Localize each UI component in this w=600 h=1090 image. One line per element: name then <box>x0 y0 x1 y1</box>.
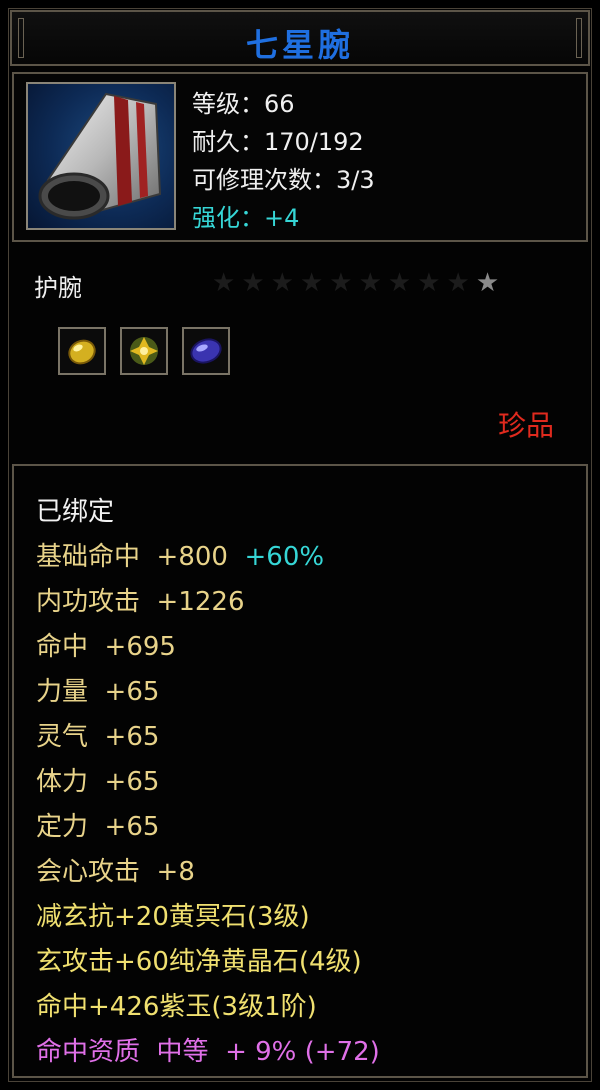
item-durability: 耐久：170/192 <box>192 128 364 156</box>
purple-jade-gem-icon[interactable] <box>182 327 230 375</box>
attr-crit: 会心攻击 +8 <box>36 850 380 895</box>
title-bar: 七星腕 <box>10 10 590 66</box>
gem-attr-line-2: 玄攻击+60纯净黄晶石(4级) <box>36 947 362 977</box>
attr-label: 体力 <box>36 767 89 797</box>
star-icon: ★ <box>475 268 500 298</box>
attr-bonus: +60% <box>244 542 325 572</box>
attr-value: +800 <box>156 542 228 572</box>
star-icon: ★ <box>299 268 324 298</box>
quality-grade: 中等 <box>156 1037 209 1067</box>
attr-value: +8 <box>156 857 195 887</box>
star-icon: ★ <box>212 268 236 298</box>
star-icon: ★ <box>387 268 412 298</box>
attr-value: +65 <box>104 677 160 707</box>
star-icon: ★ <box>241 268 265 298</box>
star-icon: ★ <box>417 268 441 298</box>
attr-value: +695 <box>104 632 176 662</box>
item-enhance: 强化：+4 <box>192 204 300 232</box>
attr-strength: 力量 +65 <box>36 670 380 715</box>
gold-gem-icon[interactable] <box>58 327 106 375</box>
attr-inner-attack: 内功攻击 +1226 <box>36 580 380 625</box>
gem-attr-line-1: 减玄抗+20黄冥石(3级) <box>36 902 310 932</box>
star-icon: ★ <box>358 268 382 298</box>
attr-label: 基础命中 <box>36 542 141 572</box>
star-rating: ★ ★ ★ ★ ★ ★ ★ ★ ★ ★ <box>212 268 499 298</box>
attr-spirit: 灵气 +65 <box>36 715 380 760</box>
gem-attr-line-3: 命中+426紫玉(3级1阶) <box>36 992 317 1022</box>
yellow-crystal-gem-icon[interactable] <box>120 327 168 375</box>
attr-stamina: 体力 +65 <box>36 760 380 805</box>
item-info-panel: 等级：66 耐久：170/192 可修理次数：3/3 强化：+4 <box>12 72 588 242</box>
attr-label: 内功攻击 <box>36 587 141 617</box>
attr-value: +1226 <box>156 587 245 617</box>
item-repair-count: 可修理次数：3/3 <box>192 166 375 194</box>
attr-value: +65 <box>104 767 160 797</box>
bracer-icon <box>26 82 176 230</box>
rarity-label: 珍品 <box>497 409 554 442</box>
attribute-panel: 已绑定 基础命中 +800 +60% 内功攻击 +1226 命中 +695 力量… <box>12 464 588 1078</box>
attr-label: 灵气 <box>36 722 89 752</box>
item-type: 护腕 <box>34 274 82 302</box>
attr-label: 命中 <box>36 632 89 662</box>
attr-label: 定力 <box>36 812 89 842</box>
attr-focus: 定力 +65 <box>36 805 380 850</box>
attr-hit: 命中 +695 <box>36 625 380 670</box>
gem-slots <box>58 327 230 375</box>
item-level: 等级：66 <box>192 90 295 118</box>
bound-status: 已绑定 <box>36 497 115 527</box>
attr-label: 会心攻击 <box>36 857 141 887</box>
attr-value: +65 <box>104 722 160 752</box>
quality-label: 命中资质 <box>36 1037 141 1067</box>
attr-label: 力量 <box>36 677 89 707</box>
attr-base-hit: 基础命中 +800 +60% <box>36 535 380 580</box>
attr-value: +65 <box>104 812 160 842</box>
item-name: 七星腕 <box>245 26 354 64</box>
quality-line: 命中资质 中等 + 9% (+72) <box>36 1030 380 1075</box>
quality-value: + 9% (+72) <box>225 1037 380 1067</box>
star-icon: ★ <box>446 268 470 298</box>
star-icon: ★ <box>329 268 353 298</box>
star-icon: ★ <box>270 268 294 298</box>
